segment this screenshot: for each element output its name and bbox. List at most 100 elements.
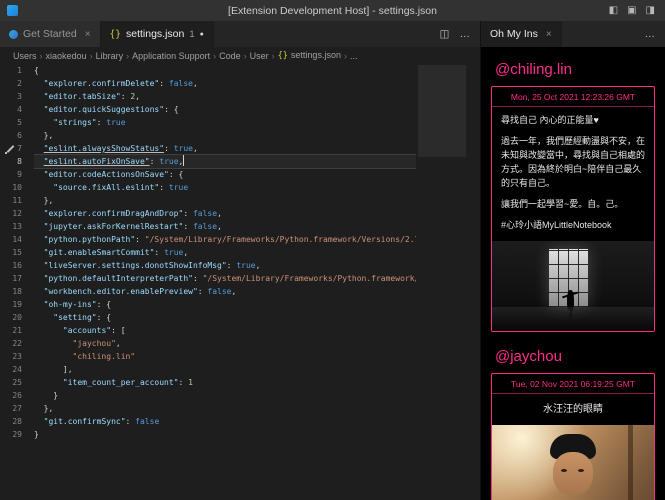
line-number: 18 — [0, 285, 30, 298]
line-number: 19 — [0, 298, 30, 311]
editor-group-left: Get Started × {} settings.json 1 ● ◫ … U… — [0, 21, 480, 500]
line-number: 21 — [0, 324, 30, 337]
post-date: Mon, 25 Oct 2021 12:23:26 GMT — [492, 87, 654, 107]
code-line[interactable]: "chiling.lin" — [34, 350, 416, 363]
dirty-dot-icon[interactable]: ● — [200, 31, 204, 38]
more-actions-icon[interactable]: … — [460, 28, 471, 40]
code-line[interactable]: ], — [34, 363, 416, 376]
tab-get-started[interactable]: Get Started × — [0, 21, 101, 47]
tab-oh-my-ins[interactable]: Oh My Ins × — [481, 21, 562, 47]
code-line[interactable]: "editor.quickSuggestions": { — [34, 103, 416, 116]
code-line[interactable]: "workbench.editor.enablePreview": false, — [34, 285, 416, 298]
toggle-panel-icon[interactable]: ▣ — [627, 6, 636, 16]
code-editor[interactable]: 1234567891011121314151617181920212223242… — [0, 64, 480, 500]
post-jaychou: @jaychou Tue, 02 Nov 2021 06:19:25 GMT 水… — [489, 348, 657, 500]
code-line[interactable]: "eslint.autoFixOnSave": true, — [34, 155, 416, 168]
code-line[interactable]: "python.pythonPath": "/System/Library/Fr… — [34, 233, 416, 246]
code-line[interactable]: "editor.codeActionsOnSave": { — [34, 168, 416, 181]
breadcrumb-separator: › — [126, 51, 129, 61]
post-text: 讓我們一起學習~愛。自。己。 — [501, 198, 645, 212]
breadcrumb-separator: › — [40, 51, 43, 61]
toggle-sidebar-icon[interactable]: ◧ — [609, 6, 618, 16]
titlebar: [Extension Development Host] - settings.… — [0, 0, 665, 21]
line-number: 1 — [0, 64, 30, 77]
panel-tabbar: Oh My Ins × … — [481, 21, 665, 47]
oh-my-ins-content[interactable]: @chiling.lin Mon, 25 Oct 2021 12:23:26 G… — [481, 47, 665, 500]
code-line[interactable]: "source.fixAll.eslint": true — [34, 181, 416, 194]
breadcrumb-item[interactable]: Users — [13, 51, 37, 61]
code-line[interactable]: "jaychou", — [34, 337, 416, 350]
tab-label: settings.json — [126, 28, 184, 40]
breadcrumb-item[interactable]: ... — [350, 51, 358, 61]
get-started-icon — [9, 30, 18, 39]
minimap-slider[interactable] — [418, 65, 466, 157]
vscode-logo-icon — [7, 5, 18, 16]
code-line[interactable]: "git.enableSmartCommit": true, — [34, 246, 416, 259]
breadcrumb-item[interactable]: Library — [96, 51, 124, 61]
code-line[interactable]: "item_count_per_account": 1 — [34, 376, 416, 389]
editor-tabbar: Get Started × {} settings.json 1 ● ◫ … — [0, 21, 480, 47]
line-number: 8 — [0, 155, 30, 168]
post-hashtag: #心玲小語MyLittleNotebook — [501, 219, 645, 233]
code-line[interactable]: "setting": { — [34, 311, 416, 324]
json-file-icon: {} — [278, 51, 288, 61]
post-date: Tue, 02 Nov 2021 06:19:25 GMT — [492, 374, 654, 394]
code-line[interactable]: "oh-my-ins": { — [34, 298, 416, 311]
post-text: 過去一年，我們歷經動盪與不安，在未知與改變當中，尋找與自己相處的方式。因為終於明… — [501, 135, 645, 191]
line-number: 14 — [0, 233, 30, 246]
post-card: Mon, 25 Oct 2021 12:23:26 GMT 尋找自己 內心的正能… — [491, 86, 655, 332]
line-number: 2 — [0, 77, 30, 90]
code-line[interactable]: "explorer.confirmDragAndDrop": false, — [34, 207, 416, 220]
minimap[interactable] — [418, 65, 466, 500]
code-line[interactable]: "liveServer.settings.donotShowInfoMsg": … — [34, 259, 416, 272]
line-number: 20 — [0, 311, 30, 324]
line-number: 26 — [0, 389, 30, 402]
json-file-icon: {} — [110, 29, 121, 40]
close-icon[interactable]: × — [546, 29, 552, 40]
tab-settings-json[interactable]: {} settings.json 1 ● — [101, 21, 214, 47]
breadcrumb-item[interactable]: Code — [219, 51, 241, 61]
account-heading: @jaychou — [495, 348, 651, 365]
code-line[interactable]: "strings": true — [34, 116, 416, 129]
code-line[interactable]: }, — [34, 194, 416, 207]
split-editor-icon[interactable]: ◫ — [440, 28, 450, 40]
line-number: 17 — [0, 272, 30, 285]
breadcrumb-separator: › — [213, 51, 216, 61]
window-frame-shape — [628, 425, 633, 500]
tab-label: Get Started — [23, 28, 77, 40]
code-line[interactable]: { — [34, 64, 416, 77]
line-number: 13 — [0, 220, 30, 233]
more-actions-icon[interactable]: … — [645, 28, 656, 40]
code-line[interactable]: "eslint.alwaysShowStatus": true, — [34, 142, 416, 155]
code-line[interactable]: "git.confirmSync": false — [34, 415, 416, 428]
code-line[interactable]: } — [34, 428, 416, 441]
vscode-window: [Extension Development Host] - settings.… — [0, 0, 665, 500]
post-text: 尋找自己 內心的正能量♥ — [501, 114, 645, 128]
customize-layout-icon[interactable]: ◨ — [646, 6, 655, 16]
breadcrumb-item[interactable]: Application Support — [132, 51, 210, 61]
oh-my-ins-panel: Oh My Ins × … @chiling.lin Mon, 25 Oct 2… — [480, 21, 665, 500]
code-lines: { "explorer.confirmDelete": false, "edit… — [34, 64, 416, 441]
account-heading: @chiling.lin — [495, 61, 651, 78]
breadcrumb-item[interactable]: xiaokedou — [46, 51, 87, 61]
floor-reflection — [492, 307, 654, 330]
code-line[interactable]: "editor.tabSize": 2, — [34, 90, 416, 103]
breadcrumb-separator: › — [90, 51, 93, 61]
post-card: Tue, 02 Nov 2021 06:19:25 GMT 水汪汪的眼睛 — [491, 373, 655, 500]
code-line[interactable]: "explorer.confirmDelete": false, — [34, 77, 416, 90]
code-line[interactable]: }, — [34, 402, 416, 415]
code-line[interactable]: } — [34, 389, 416, 402]
line-number: 11 — [0, 194, 30, 207]
line-number: 22 — [0, 337, 30, 350]
code-line[interactable]: "jupyter.askForKernelRestart": false, — [34, 220, 416, 233]
code-line[interactable]: "python.defaultInterpreterPath": "/Syste… — [34, 272, 416, 285]
breadcrumb-item[interactable]: User — [250, 51, 269, 61]
line-number: 23 — [0, 350, 30, 363]
line-number: 29 — [0, 428, 30, 441]
code-line[interactable]: "accounts": [ — [34, 324, 416, 337]
breadcrumb-item[interactable]: {}settings.json — [278, 50, 341, 61]
line-number: 25 — [0, 376, 30, 389]
code-line[interactable]: }, — [34, 129, 416, 142]
face-shape — [553, 452, 593, 495]
close-icon[interactable]: × — [85, 29, 91, 40]
